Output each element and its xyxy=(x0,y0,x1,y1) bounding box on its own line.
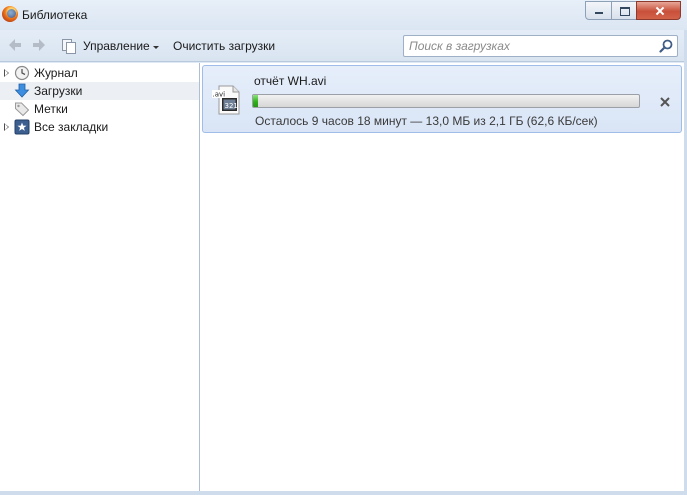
search-box[interactable] xyxy=(403,35,678,57)
download-item[interactable]: 321 .avi отчёт WH.avi Осталось 9 часов 1… xyxy=(202,65,682,133)
sidebar-item-label: Все закладки xyxy=(34,120,109,134)
window-frame-bottom xyxy=(0,491,687,495)
maximize-button[interactable] xyxy=(611,1,637,20)
window-title: Библиотека xyxy=(22,8,88,22)
clear-downloads-button[interactable]: Очистить загрузки xyxy=(173,39,275,53)
cancel-download-icon[interactable] xyxy=(660,96,670,107)
back-arrow-icon[interactable] xyxy=(8,39,22,51)
title-bar[interactable]: Библиотека xyxy=(0,0,687,30)
sidebar-item-label: Журнал xyxy=(34,66,78,80)
avi-video-file-icon: 321 .avi xyxy=(211,84,243,116)
sidebar-item-history[interactable]: Журнал xyxy=(0,64,199,82)
manage-menu-button[interactable]: Управление xyxy=(83,39,159,53)
svg-text:321: 321 xyxy=(225,102,238,110)
download-arrow-icon xyxy=(14,83,30,99)
download-progress-fill xyxy=(253,95,258,107)
sidebar-item-all-bookmarks[interactable]: Все закладки xyxy=(0,118,199,136)
organize-pages-icon[interactable] xyxy=(61,38,77,54)
sidebar-item-label: Метки xyxy=(34,102,68,116)
expand-twisty-icon[interactable] xyxy=(4,69,9,77)
sidebar-item-label: Загрузки xyxy=(34,84,83,98)
svg-text:.avi: .avi xyxy=(213,91,226,99)
download-status: Осталось 9 часов 18 минут — 13,0 МБ из 2… xyxy=(255,114,598,128)
manage-label: Управление xyxy=(83,39,150,53)
forward-arrow-icon[interactable] xyxy=(32,39,46,51)
minimize-button[interactable] xyxy=(585,1,612,20)
download-file-name: отчёт WH.avi xyxy=(254,74,327,88)
firefox-logo-icon xyxy=(2,6,18,22)
close-window-button[interactable] xyxy=(636,1,681,20)
bookmarks-star-icon xyxy=(14,119,30,135)
history-clock-icon xyxy=(14,65,30,81)
library-sidebar: Журнал Загрузки Метки Все закладки xyxy=(0,63,199,491)
search-icon[interactable] xyxy=(659,39,673,53)
sidebar-item-tags[interactable]: Метки xyxy=(0,100,199,118)
downloads-list: 321 .avi отчёт WH.avi Осталось 9 часов 1… xyxy=(200,63,684,491)
sidebar-item-downloads[interactable]: Загрузки xyxy=(0,82,199,100)
chevron-down-icon xyxy=(152,45,159,49)
expand-twisty-icon[interactable] xyxy=(4,123,9,131)
tags-icon xyxy=(14,101,30,117)
download-progress-bar xyxy=(252,94,640,108)
search-input[interactable] xyxy=(404,36,654,56)
